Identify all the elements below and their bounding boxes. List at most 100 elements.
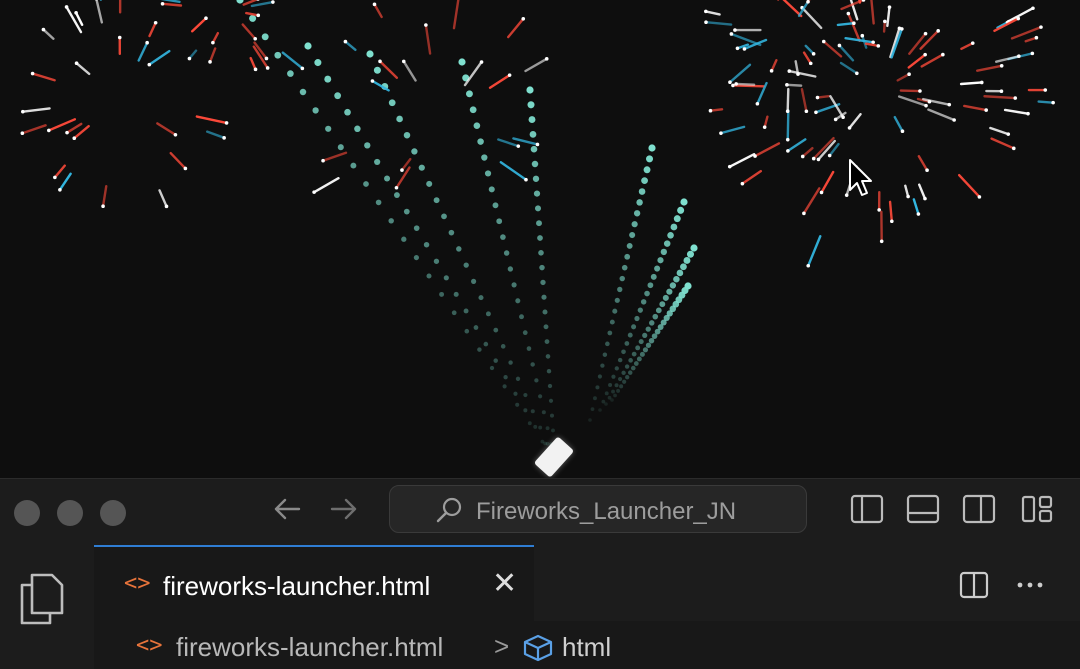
close-tab-icon[interactable]: ✕ bbox=[492, 569, 517, 599]
toggle-panel-icon[interactable] bbox=[905, 491, 941, 527]
firework-spark-tip bbox=[999, 63, 1004, 68]
rocket-trail-dot bbox=[617, 357, 623, 363]
firework-spark bbox=[169, 151, 187, 170]
rocket-trail-dot bbox=[621, 264, 628, 271]
firework-spark-tip bbox=[47, 128, 51, 133]
rocket-trail-dot bbox=[673, 215, 681, 223]
firework-spark-tip bbox=[806, 263, 811, 268]
rocket-trail-dot bbox=[478, 295, 484, 301]
firework-spark bbox=[836, 22, 856, 27]
firework-spark bbox=[156, 122, 177, 136]
firework-spark bbox=[424, 23, 432, 55]
firework-spark bbox=[65, 122, 83, 134]
firework-spark bbox=[888, 200, 894, 223]
rocket-trail-dot bbox=[530, 362, 535, 367]
command-center-search[interactable]: Fireworks_Launcher_JN bbox=[389, 485, 807, 533]
close-window-button[interactable] bbox=[14, 500, 40, 526]
rocket-trail-dot bbox=[515, 402, 520, 407]
rocket-trail-dot bbox=[534, 205, 542, 212]
breadcrumb: <> fireworks-launcher.html > html bbox=[94, 621, 1080, 669]
minimize-window-button[interactable] bbox=[57, 500, 83, 526]
firework-spark bbox=[195, 115, 228, 125]
firework-spark-tip bbox=[1006, 132, 1011, 136]
rocket-trail-dot bbox=[542, 309, 548, 315]
firework-spark bbox=[249, 56, 257, 71]
rocket-trail-dot bbox=[471, 278, 477, 284]
firework-spark-tip bbox=[160, 2, 165, 6]
firework-spark bbox=[101, 185, 108, 208]
firework-spark bbox=[918, 183, 927, 200]
customize-layout-icon[interactable] bbox=[1019, 491, 1055, 527]
firework-spark-tip bbox=[74, 10, 78, 15]
rocket-trail-dot bbox=[634, 315, 640, 322]
toggle-secondary-sidebar-icon[interactable] bbox=[961, 491, 997, 527]
firework-spark bbox=[919, 29, 940, 50]
rocket-trail-dot bbox=[600, 363, 605, 368]
explorer-icon[interactable] bbox=[16, 571, 66, 627]
tab-fireworks-launcher[interactable]: <> fireworks-launcher.html ✕ bbox=[94, 545, 534, 621]
rocket-trail-dot bbox=[627, 332, 633, 338]
firework-spark bbox=[893, 115, 904, 133]
back-button[interactable] bbox=[269, 493, 305, 529]
firework-spark bbox=[373, 3, 383, 19]
firework-spark bbox=[21, 124, 47, 135]
rocket-trail-dot bbox=[593, 396, 597, 401]
firework-spark-tip bbox=[1043, 88, 1048, 92]
zoom-window-button[interactable] bbox=[100, 500, 126, 526]
rocket-trail-dot bbox=[628, 358, 633, 363]
rocket-trail-dot bbox=[626, 242, 633, 249]
firework-spark-tip bbox=[479, 60, 484, 64]
firework-spark bbox=[148, 49, 171, 66]
firework-spark-tip bbox=[1013, 96, 1018, 100]
firework-spark bbox=[488, 73, 511, 89]
rocket-trail-dot bbox=[384, 175, 391, 182]
firework-spark-tip bbox=[1011, 146, 1016, 151]
firework-spark bbox=[753, 142, 781, 158]
rocket-trail-dot bbox=[614, 297, 620, 303]
firework-spark-tip bbox=[727, 164, 732, 169]
breadcrumb-file[interactable]: fireworks-launcher.html bbox=[176, 632, 443, 662]
rocket-trail-dot bbox=[648, 144, 656, 152]
rocket-trail-dot bbox=[604, 402, 608, 406]
more-actions-icon[interactable] bbox=[1014, 569, 1046, 601]
firework-spark-tip bbox=[208, 60, 212, 64]
firework-spark-tip bbox=[811, 52, 816, 56]
firework-spark bbox=[191, 17, 208, 33]
firework-spark-tip bbox=[762, 125, 767, 129]
firework-spark bbox=[995, 55, 1021, 63]
rocket-trail-dot bbox=[676, 269, 684, 277]
firework-spark bbox=[976, 64, 1003, 72]
breadcrumb-element[interactable]: html bbox=[562, 632, 611, 662]
toggle-primary-sidebar-icon[interactable] bbox=[849, 491, 885, 527]
firework-spark bbox=[1005, 7, 1035, 24]
firework-spark bbox=[983, 95, 1017, 100]
rocket-trail-dot bbox=[548, 398, 554, 403]
rocket-trail-dot bbox=[533, 424, 538, 429]
firework-spark bbox=[148, 21, 157, 38]
firework-spark-tip bbox=[145, 40, 149, 45]
rocket-trail-dot bbox=[639, 351, 645, 357]
rocket-trail-dot bbox=[413, 255, 419, 261]
rocket-trail-dot bbox=[637, 307, 643, 313]
firework-spark bbox=[864, 42, 880, 48]
rocket-trail-dot bbox=[411, 148, 418, 155]
rocket-trail-dot bbox=[547, 383, 553, 389]
rocket-trail-dot bbox=[625, 375, 630, 380]
firework-spark-tip bbox=[999, 89, 1004, 94]
firework-spark-tip bbox=[704, 9, 708, 14]
firework-spark bbox=[31, 72, 56, 82]
firework-spark-tip bbox=[400, 168, 404, 172]
rocket-trail-dot bbox=[493, 327, 499, 333]
firework-spark-tip bbox=[733, 28, 737, 32]
rocket-trail-dot bbox=[642, 347, 649, 353]
rocket-trail-dot bbox=[648, 337, 655, 344]
split-editor-icon[interactable] bbox=[958, 569, 990, 601]
fireworks-canvas[interactable] bbox=[0, 0, 1080, 478]
rocket-trail-dot bbox=[375, 199, 382, 206]
firework-spark-tip bbox=[900, 129, 905, 134]
forward-button[interactable] bbox=[326, 493, 362, 529]
firework-spark bbox=[58, 172, 72, 191]
rocket-trail-dot bbox=[363, 181, 369, 187]
rocket-trail-dot bbox=[324, 75, 332, 83]
rocket-trail-dot bbox=[519, 314, 524, 320]
